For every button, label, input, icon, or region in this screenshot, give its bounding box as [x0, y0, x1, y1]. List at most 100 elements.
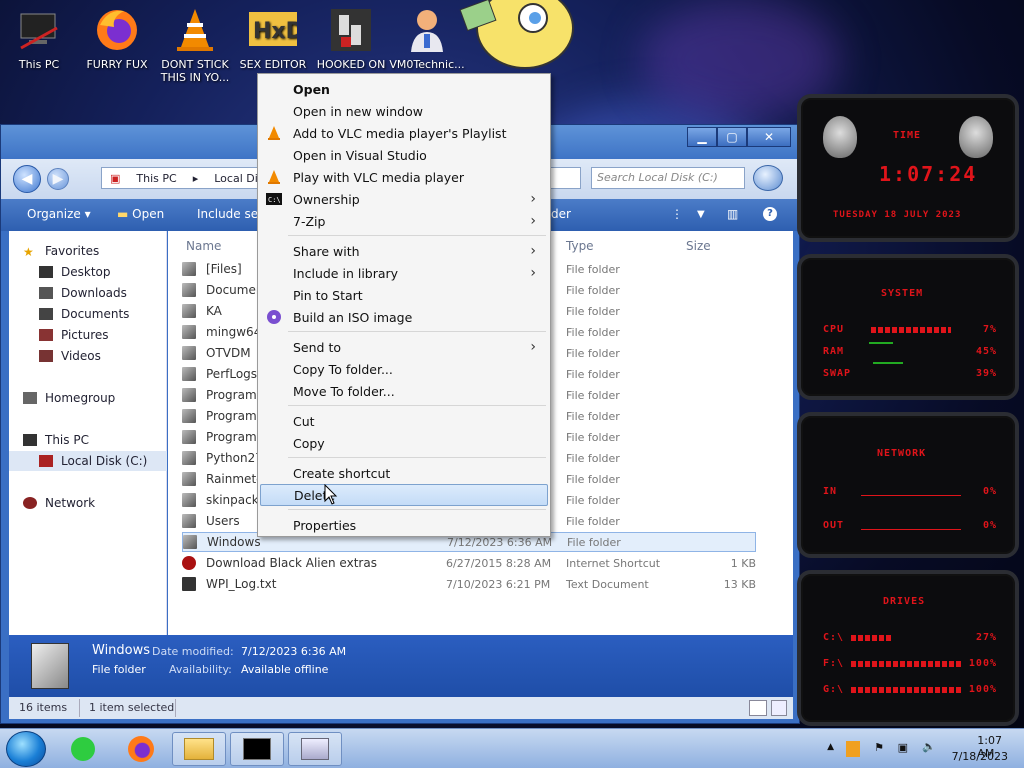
status-selected-count: 1 item selected: [89, 701, 175, 714]
column-header-size[interactable]: Size: [686, 239, 711, 253]
taskbar-notes-app[interactable]: [56, 732, 110, 766]
large-icons-view-icon[interactable]: [771, 700, 787, 716]
taskbar-command-prompt[interactable]: [230, 732, 284, 766]
taskbar-resource-monitor[interactable]: [288, 732, 342, 766]
out-label: OUT: [823, 520, 845, 531]
details-view-icon[interactable]: [749, 700, 767, 716]
menu-item-move-to-folder[interactable]: Move To folder...: [260, 380, 548, 402]
menu-item-include-in-library[interactable]: Include in library ›: [260, 262, 548, 284]
desktop-icon-this-pc[interactable]: This PC: [1, 6, 77, 71]
details-modified-value: 7/12/2023 6:36 AM: [241, 645, 347, 658]
file-name: [Files]: [206, 262, 242, 276]
breadcrumb-separator: ▸: [192, 171, 199, 185]
nav-this-pc[interactable]: This PC: [23, 430, 181, 450]
menu-item-label: 7-Zip: [293, 213, 326, 229]
network-tray-icon[interactable]: ▣: [898, 741, 908, 754]
menu-item-build-an-iso-image[interactable]: Build an ISO image: [260, 306, 548, 328]
tray-app-icon[interactable]: [846, 741, 860, 757]
menu-item-label: Open in new window: [293, 103, 423, 119]
vlc-cone-icon: [171, 6, 219, 54]
desktop-icon-vlc[interactable]: DONT STICK THIS IN YO...: [157, 6, 233, 84]
menu-item-copy[interactable]: Copy: [260, 432, 548, 454]
clock-date: TUESDAY 18 JULY 2023: [833, 210, 962, 220]
menu-item-delete[interactable]: Delete: [260, 484, 548, 506]
open-button[interactable]: ▬ Open: [117, 207, 164, 221]
desktop-icon-hooked-on[interactable]: HOOKED ON: [313, 6, 389, 71]
file-name: Python27: [206, 451, 263, 465]
search-input[interactable]: Search Local Disk (C:): [591, 167, 745, 189]
nav-local-disk[interactable]: Local Disk (C:): [9, 451, 167, 471]
submenu-arrow-icon: ›: [530, 191, 536, 207]
menu-item-open-in-visual-studio[interactable]: Open in Visual Studio: [260, 144, 548, 166]
taskbar-file-explorer[interactable]: [172, 732, 226, 766]
menu-item-ownership[interactable]: C:\ Ownership ›: [260, 188, 548, 210]
menu-item-open-in-new-window[interactable]: Open in new window: [260, 100, 548, 122]
cpu-bar: [871, 327, 951, 333]
status-divider: [175, 699, 176, 717]
menu-item-create-shortcut[interactable]: Create shortcut: [260, 462, 548, 484]
column-header-name[interactable]: Name: [186, 239, 221, 253]
volume-icon[interactable]: 🔈: [922, 740, 936, 753]
network-icon: [23, 497, 37, 509]
network-title: NETWORK: [877, 448, 927, 459]
menu-item-add-to-vlc-media-player-s-playlist[interactable]: Add to VLC media player's Playlist: [260, 122, 548, 144]
menu-item-send-to[interactable]: Send to ›: [260, 336, 548, 358]
details-availability-value: Available offline: [241, 663, 329, 676]
menu-item-label: Copy To folder...: [293, 361, 393, 377]
menu-item-open[interactable]: Open: [260, 78, 548, 100]
firefox-icon: [93, 6, 141, 54]
menu-item-cut[interactable]: Cut: [260, 410, 548, 432]
desktop-icon-furry-fux[interactable]: FURRY FUX: [79, 6, 155, 71]
new-folder-button[interactable]: der: [551, 207, 571, 221]
menu-item-label: Build an ISO image: [293, 309, 413, 325]
nav-homegroup[interactable]: Homegroup: [23, 388, 181, 408]
desktop-icon-vm0technic[interactable]: VM0Technic...: [389, 6, 465, 71]
show-hidden-icons-icon[interactable]: ▲: [827, 742, 834, 752]
view-options-icon[interactable]: ⋮: [671, 207, 683, 221]
nav-network[interactable]: Network: [23, 493, 181, 513]
file-type: File folder: [566, 346, 620, 360]
search-icon[interactable]: [753, 165, 783, 191]
desktop-icon-sex-editor[interactable]: HxD SEX EDITOR: [235, 6, 311, 71]
breadcrumb-this-pc[interactable]: This PC: [128, 172, 184, 185]
file-size: 13 KB: [723, 577, 756, 591]
forward-button[interactable]: ▶: [47, 168, 69, 190]
vlc-cone-icon: [266, 125, 282, 141]
menu-item-pin-to-start[interactable]: Pin to Start: [260, 284, 548, 306]
maximize-button[interactable]: ▢: [717, 127, 747, 147]
drive-c-value: 27%: [975, 632, 997, 643]
clock-date[interactable]: 7/18/2023: [952, 750, 1008, 763]
table-row[interactable]: Download Black Alien extras 6/27/2015 8:2…: [182, 553, 756, 573]
menu-item-7-zip[interactable]: 7-Zip ›: [260, 210, 548, 232]
status-bar: 16 items 1 item selected: [9, 697, 793, 719]
in-label: IN: [823, 486, 838, 497]
menu-item-share-with[interactable]: Share with ›: [260, 240, 548, 262]
organize-button[interactable]: Organize ▾: [27, 207, 91, 221]
text-file-icon: [182, 577, 196, 591]
chevron-down-icon[interactable]: ▼: [697, 209, 705, 220]
svg-text:HxD: HxD: [253, 19, 297, 44]
help-icon[interactable]: ?: [763, 207, 777, 221]
table-row[interactable]: WPI_Log.txt 7/10/2023 6:21 PM Text Documen…: [182, 574, 756, 594]
back-button[interactable]: ◀: [13, 165, 41, 193]
menu-item-properties[interactable]: Properties: [260, 514, 548, 536]
flag-icon[interactable]: ⚑: [874, 741, 884, 754]
minimize-button[interactable]: ▁: [687, 127, 717, 147]
status-item-count: 16 items: [19, 701, 68, 714]
column-header-type[interactable]: Type: [566, 239, 594, 253]
file-name: PerfLogs: [206, 367, 258, 381]
close-button[interactable]: ✕: [747, 127, 791, 147]
start-button[interactable]: [6, 731, 46, 767]
swap-graph: [873, 362, 903, 364]
nav-favorites[interactable]: ★ Favorites: [23, 241, 181, 261]
details-availability-label: Availability:: [169, 663, 232, 676]
menu-item-copy-to-folder[interactable]: Copy To folder...: [260, 358, 548, 380]
taskbar-firefox[interactable]: [114, 732, 168, 766]
preview-pane-icon[interactable]: ▥: [727, 207, 738, 221]
menu-item-play-with-vlc-media-player[interactable]: Play with VLC media player: [260, 166, 548, 188]
folder-icon: [182, 451, 196, 465]
file-type: File folder: [566, 451, 620, 465]
swap-value: 39%: [975, 368, 997, 379]
ram-label: RAM: [823, 346, 845, 357]
menu-item-label: Open in Visual Studio: [293, 147, 427, 163]
